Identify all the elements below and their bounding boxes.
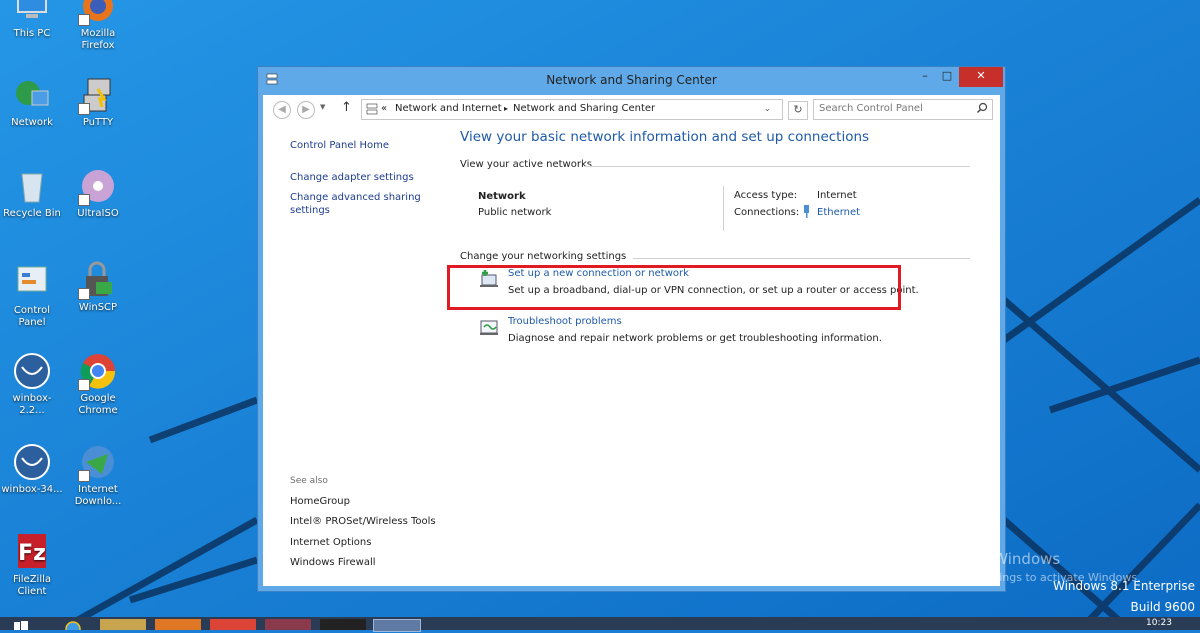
desktop-icon-this-pc[interactable]: This PC — [0, 0, 64, 40]
taskbar: 10:23 — [0, 617, 1200, 633]
this-pc-icon — [12, 0, 52, 26]
internet-explorer-taskbar-icon[interactable] — [58, 619, 88, 633]
control-panel-home-link[interactable]: Control Panel Home — [290, 139, 389, 152]
desktop-icon-network[interactable]: Network — [0, 75, 64, 129]
recent-locations-icon[interactable]: ▼ — [320, 103, 325, 111]
firefox-taskbar-icon[interactable] — [155, 619, 201, 630]
search-input[interactable]: Search Control Panel — [819, 103, 923, 114]
network-name: Network — [478, 191, 526, 202]
file-explorer-taskbar-icon[interactable] — [100, 619, 146, 630]
section-divider — [585, 166, 970, 167]
access-type-label: Access type: — [734, 190, 798, 201]
internet-options-link[interactable]: Internet Options — [290, 536, 371, 549]
active-networks-label: View your active networks — [460, 159, 592, 170]
filezilla-icon: Fz — [12, 532, 52, 572]
windows-logo-icon — [14, 621, 28, 630]
desktop-icon-winbox-1[interactable]: winbox-2.2... — [0, 351, 64, 417]
troubleshoot-problems-desc: Diagnose and repair network problems or … — [508, 333, 882, 344]
troubleshoot-icon — [478, 318, 500, 341]
activate-windows-title: Activate Windows — [927, 550, 1061, 568]
up-button[interactable]: ↑ — [341, 100, 352, 115]
control-panel-icon — [12, 263, 52, 303]
homegroup-link[interactable]: HomeGroup — [290, 495, 350, 508]
desktop-icon-ultraiso[interactable]: UltraISO — [66, 166, 130, 220]
window-title: Network and Sharing Center — [546, 73, 717, 87]
close-button[interactable]: ✕ — [959, 67, 1003, 87]
change-advanced-sharing-link[interactable]: Change advanced sharing settings — [290, 191, 421, 217]
system-clock[interactable]: 10:23 — [1146, 618, 1172, 628]
address-dropdown-icon[interactable]: ⌄ — [764, 104, 771, 113]
address-location-icon — [366, 103, 378, 118]
desktop-icon-control-panel[interactable]: Control Panel — [0, 263, 64, 329]
highlight-box — [447, 265, 901, 310]
connections-label: Connections: — [734, 207, 800, 218]
desktop-icon-firefox[interactable]: Mozilla Firefox — [66, 0, 130, 52]
terminal-taskbar-icon[interactable] — [320, 619, 366, 630]
window-titlebar[interactable]: Network and Sharing Center – □ ✕ — [258, 67, 1005, 95]
putty-icon — [78, 75, 118, 115]
winscp-icon — [78, 260, 118, 300]
recycle-bin-icon — [12, 166, 52, 206]
page-title: View your basic network information and … — [460, 129, 870, 145]
start-button[interactable] — [6, 619, 36, 630]
chrome-taskbar-icon[interactable] — [210, 619, 256, 630]
troubleshoot-problems-link[interactable]: Troubleshoot problems — [508, 316, 622, 327]
change-settings-label: Change your networking settings — [460, 251, 627, 262]
search-icon[interactable] — [976, 102, 988, 117]
address-bar[interactable]: « Network and Internet ▸ Network and Sha… — [361, 99, 783, 120]
address-toolbar: ◀ ▶ ▼ ↑ « Network and Internet ▸ Network… — [263, 95, 1000, 123]
desktop-icon-putty[interactable]: PuTTY — [66, 75, 130, 129]
intel-proset-link[interactable]: Intel® PROSet/Wireless Tools — [290, 515, 436, 528]
windows-firewall-link[interactable]: Windows Firewall — [290, 556, 376, 569]
desktop-icon-recycle-bin[interactable]: Recycle Bin — [0, 166, 64, 220]
forward-button[interactable]: ▶ — [297, 101, 315, 119]
windows-edition: Windows 8.1 Enterprise — [1052, 579, 1195, 593]
maximize-button[interactable]: □ — [936, 67, 958, 87]
network-info-divider — [723, 186, 724, 231]
control-panel-taskbar-icon[interactable] — [373, 619, 421, 632]
breadcrumb-overflow[interactable]: « — [381, 103, 387, 114]
network-type: Public network — [478, 207, 552, 218]
content-pane: Control Panel Home Change adapter settin… — [263, 123, 1000, 586]
winrar-taskbar-icon[interactable] — [265, 619, 311, 630]
minimize-button[interactable]: – — [914, 67, 936, 87]
refresh-button[interactable]: ↻ — [788, 101, 808, 120]
firefox-icon — [78, 0, 118, 26]
windows-build: Build 9600 — [1130, 600, 1195, 614]
breadcrumb-item-network-and-internet[interactable]: Network and Internet — [395, 103, 502, 114]
network-icon — [12, 75, 52, 115]
winbox-icon — [12, 351, 52, 391]
ultraiso-icon — [78, 166, 118, 206]
breadcrumb-item-network-sharing-center[interactable]: Network and Sharing Center — [513, 103, 655, 114]
change-adapter-settings-link[interactable]: Change adapter settings — [290, 171, 414, 184]
search-box[interactable]: Search Control Panel — [813, 99, 993, 120]
ethernet-icon — [803, 205, 811, 221]
ethernet-connection-link[interactable]: Ethernet — [817, 207, 860, 218]
breadcrumb-separator-icon[interactable]: ▸ — [504, 104, 508, 113]
desktop-icon-filezilla[interactable]: Fz FileZilla Client — [0, 532, 64, 598]
winbox-icon — [12, 442, 52, 482]
desktop-icon-winbox-2[interactable]: winbox-34... — [0, 442, 64, 496]
svg-text:Fz: Fz — [18, 541, 46, 566]
internet-download-manager-icon — [78, 442, 118, 482]
chrome-icon — [78, 351, 118, 391]
section-divider — [633, 258, 970, 259]
back-button[interactable]: ◀ — [273, 101, 291, 119]
desktop-icon-chrome[interactable]: Google Chrome — [66, 351, 130, 417]
see-also-heading: See also — [290, 476, 328, 486]
desktop-icon-winscp[interactable]: WinSCP — [66, 260, 130, 314]
access-type-value: Internet — [817, 190, 857, 201]
desktop-icon-internet-download-manager[interactable]: Internet Downlo... — [66, 442, 130, 508]
network-sharing-center-window: Network and Sharing Center – □ ✕ ◀ ▶ ▼ ↑… — [257, 66, 1006, 592]
